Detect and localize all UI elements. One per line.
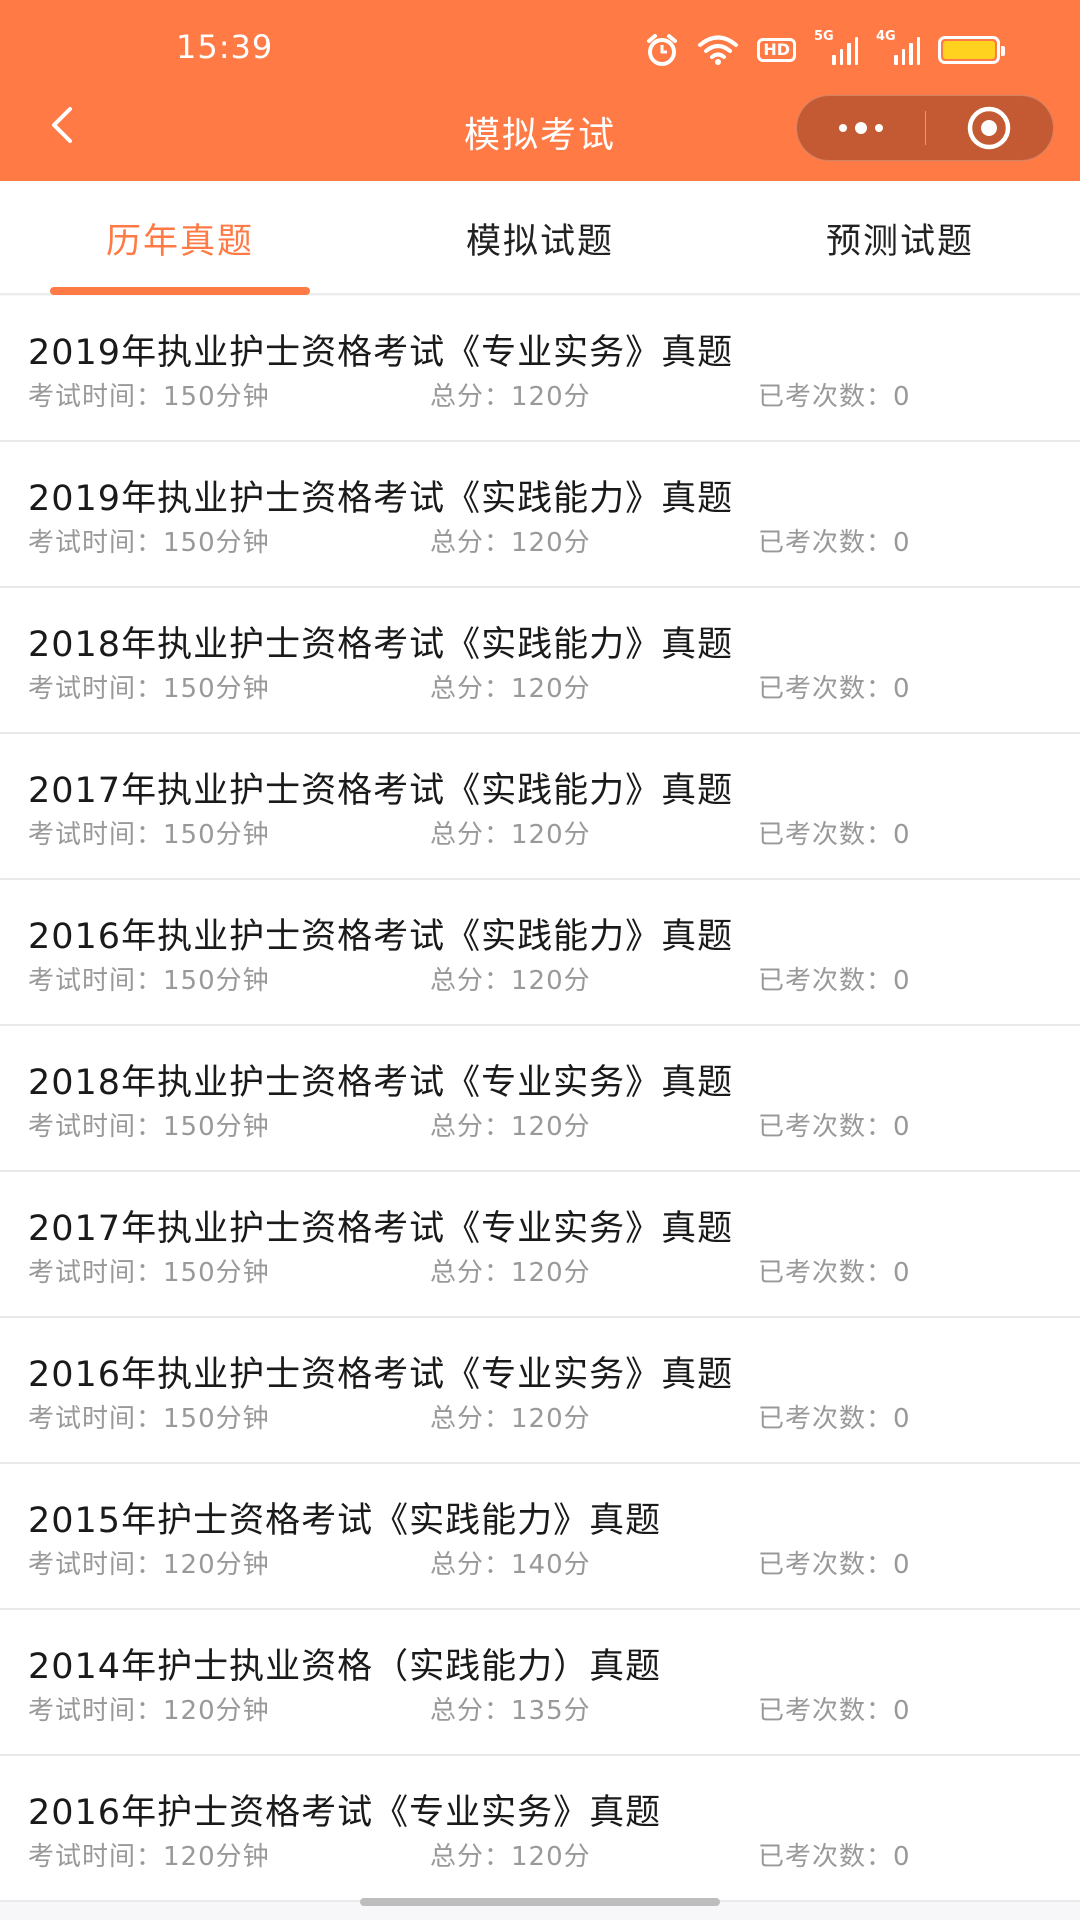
exam-time: 考试时间：120分钟 <box>28 1842 270 1872</box>
exam-item[interactable]: 2017年执业护士资格考试《实践能力》真题 考试时间：150分钟 总分：120分… <box>0 734 1080 880</box>
exam-item[interactable]: 2019年执业护士资格考试《专业实务》真题 考试时间：150分钟 总分：120分… <box>0 296 1080 442</box>
exam-time: 考试时间：120分钟 <box>28 1696 270 1726</box>
more-button[interactable] <box>797 96 925 160</box>
status-icons: HD 5G 4G <box>645 28 1005 72</box>
exam-item[interactable]: 2015年护士资格考试《实践能力》真题 考试时间：120分钟 总分：140分 已… <box>0 1464 1080 1610</box>
exam-score: 总分：120分 <box>430 1404 591 1434</box>
exam-title: 2014年护士执业资格（实践能力）真题 <box>28 1647 662 1687</box>
exam-score: 总分：120分 <box>430 382 591 412</box>
tab-mock-papers[interactable]: 模拟试题 <box>360 181 720 295</box>
close-capsule-button[interactable] <box>926 96 1054 160</box>
exam-attempts: 已考次数：0 <box>758 1842 911 1872</box>
exam-item[interactable]: 2019年执业护士资格考试《实践能力》真题 考试时间：150分钟 总分：120分… <box>0 442 1080 588</box>
exam-title: 2017年执业护士资格考试《实践能力》真题 <box>28 771 734 811</box>
exam-title: 2016年执业护士资格考试《专业实务》真题 <box>28 1355 734 1395</box>
exam-attempts: 已考次数：0 <box>758 1404 911 1434</box>
exam-time: 考试时间：150分钟 <box>28 1258 270 1288</box>
exam-score: 总分：120分 <box>430 528 591 558</box>
exam-item[interactable]: 2016年护士资格考试《专业实务》真题 考试时间：120分钟 总分：120分 已… <box>0 1756 1080 1902</box>
exam-attempts: 已考次数：0 <box>758 1550 911 1580</box>
exam-title: 2015年护士资格考试《实践能力》真题 <box>28 1501 662 1541</box>
signal-icon: 5G <box>814 29 858 65</box>
signal-icon-2: 4G <box>876 29 920 65</box>
exam-title: 2016年执业护士资格考试《实践能力》真题 <box>28 917 734 957</box>
exam-attempts: 已考次数：0 <box>758 1258 911 1288</box>
tab-past-papers[interactable]: 历年真题 <box>0 181 360 295</box>
exam-attempts: 已考次数：0 <box>758 1112 911 1142</box>
exam-time: 考试时间：150分钟 <box>28 674 270 704</box>
exam-attempts: 已考次数：0 <box>758 1696 911 1726</box>
exam-score: 总分：135分 <box>430 1696 591 1726</box>
exam-score: 总分：120分 <box>430 1258 591 1288</box>
exam-time: 考试时间：150分钟 <box>28 1112 270 1142</box>
exam-list: 2019年执业护士资格考试《专业实务》真题 考试时间：150分钟 总分：120分… <box>0 296 1080 1902</box>
exam-time: 考试时间：120分钟 <box>28 1550 270 1580</box>
exam-item[interactable]: 2014年护士执业资格（实践能力）真题 考试时间：120分钟 总分：135分 已… <box>0 1610 1080 1756</box>
status-time: 15:39 <box>176 28 274 66</box>
battery-icon <box>938 36 1005 64</box>
exam-time: 考试时间：150分钟 <box>28 1404 270 1434</box>
more-dots-icon <box>838 122 883 134</box>
mini-program-capsule <box>796 95 1054 161</box>
wifi-icon <box>698 35 739 65</box>
exam-item[interactable]: 2018年执业护士资格考试《实践能力》真题 考试时间：150分钟 总分：120分… <box>0 588 1080 734</box>
exam-title: 2019年执业护士资格考试《专业实务》真题 <box>28 333 734 373</box>
exam-score: 总分：120分 <box>430 674 591 704</box>
home-indicator[interactable] <box>360 1898 720 1906</box>
exam-time: 考试时间：150分钟 <box>28 820 270 850</box>
exam-item[interactable]: 2017年执业护士资格考试《专业实务》真题 考试时间：150分钟 总分：120分… <box>0 1172 1080 1318</box>
tab-bar: 历年真题 模拟试题 预测试题 <box>0 181 1080 295</box>
exam-title: 2018年执业护士资格考试《实践能力》真题 <box>28 625 734 665</box>
exam-item[interactable]: 2016年执业护士资格考试《实践能力》真题 考试时间：150分钟 总分：120分… <box>0 880 1080 1026</box>
exam-attempts: 已考次数：0 <box>758 966 911 996</box>
exam-attempts: 已考次数：0 <box>758 674 911 704</box>
exam-title: 2017年执业护士资格考试《专业实务》真题 <box>28 1209 734 1249</box>
exam-score: 总分：120分 <box>430 820 591 850</box>
exam-attempts: 已考次数：0 <box>758 382 911 412</box>
exam-score: 总分：120分 <box>430 1112 591 1142</box>
exam-time: 考试时间：150分钟 <box>28 966 270 996</box>
exam-time: 考试时间：150分钟 <box>28 382 270 412</box>
target-icon <box>968 106 1011 150</box>
hd-badge: HD <box>757 38 796 62</box>
exam-title: 2019年执业护士资格考试《实践能力》真题 <box>28 479 734 519</box>
exam-title: 2018年执业护士资格考试《专业实务》真题 <box>28 1063 734 1103</box>
tab-predicted-papers[interactable]: 预测试题 <box>720 181 1080 295</box>
exam-time: 考试时间：150分钟 <box>28 528 270 558</box>
tab-active-indicator <box>50 287 310 295</box>
exam-score: 总分：120分 <box>430 966 591 996</box>
exam-attempts: 已考次数：0 <box>758 820 911 850</box>
exam-item[interactable]: 2016年执业护士资格考试《专业实务》真题 考试时间：150分钟 总分：120分… <box>0 1318 1080 1464</box>
exam-attempts: 已考次数：0 <box>758 528 911 558</box>
exam-score: 总分：140分 <box>430 1550 591 1580</box>
alarm-icon <box>647 34 678 66</box>
app-header: 15:39 HD 5G 4G 模拟考试 <box>0 0 1080 181</box>
exam-title: 2016年护士资格考试《专业实务》真题 <box>28 1793 662 1833</box>
exam-score: 总分：120分 <box>430 1842 591 1872</box>
exam-item[interactable]: 2018年执业护士资格考试《专业实务》真题 考试时间：150分钟 总分：120分… <box>0 1026 1080 1172</box>
